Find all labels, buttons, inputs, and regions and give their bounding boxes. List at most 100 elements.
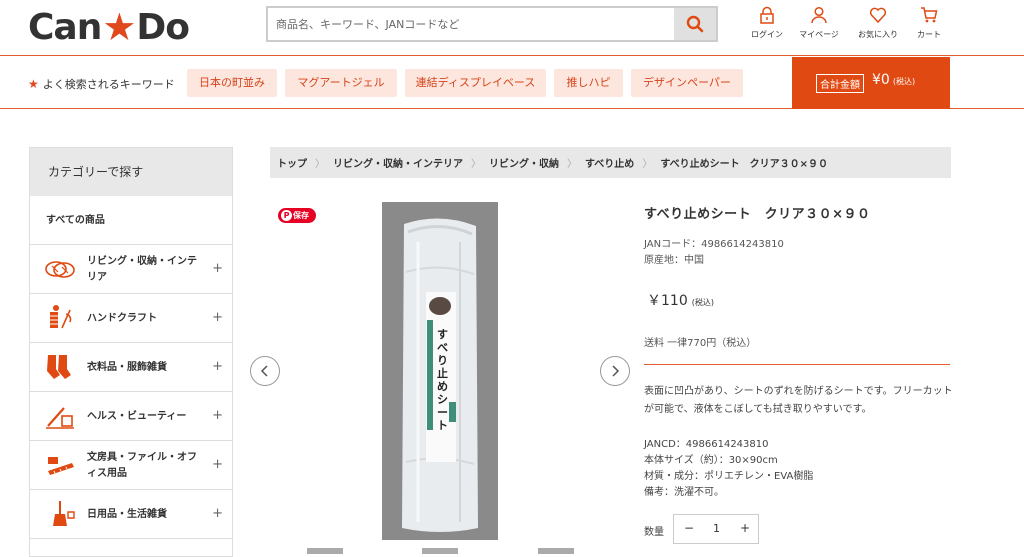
pinterest-icon: P — [281, 210, 292, 221]
search-box — [266, 6, 718, 42]
star-icon: ★ — [28, 77, 39, 91]
keyword-chip[interactable]: 日本の町並み — [187, 69, 277, 97]
chevron-right-icon: 〉 — [471, 159, 481, 170]
nav-login-label: ログイン — [751, 30, 783, 39]
sidebar-item-handcraft[interactable]: ハンドクラフト + — [30, 294, 232, 343]
quantity-label: 数量 — [644, 527, 664, 538]
price-value: ￥110 — [647, 293, 688, 309]
breadcrumb-item[interactable]: すべり止め — [585, 155, 634, 170]
keyword-chip[interactable]: デザインペーパー — [631, 69, 743, 97]
sidebar-item-daily-goods[interactable]: 日用品・生活雑貨 + — [30, 490, 232, 539]
jan-code: JANコード：4986614243810 — [644, 239, 784, 250]
sidebar-item-label: 日用品・生活雑貨 — [87, 508, 167, 520]
keyword-bar-title-text: よく検索されるキーワード — [42, 78, 175, 91]
product-description: 表面に凹凸があり、シートのずれを防げるシートです。フリーカットが可能で、液体をこ… — [644, 386, 953, 415]
product-image: すべり止めシート — [382, 202, 498, 540]
lock-icon — [760, 6, 774, 24]
breadcrumb-item[interactable]: リビング・収納・インテリア — [333, 155, 463, 170]
expand-plus-icon[interactable]: + — [212, 359, 223, 374]
package-text: すべり止めシート — [437, 328, 448, 432]
keyword-chip[interactable]: 推しハピ — [554, 69, 623, 97]
nav-cart[interactable]: カート — [899, 6, 959, 40]
expand-plus-icon[interactable]: + — [212, 408, 223, 423]
quantity-minus-button[interactable]: − — [684, 521, 694, 535]
spec-line: 備考：洗濯不可。 — [644, 487, 724, 498]
keyword-chip[interactable]: マグアートジェル — [285, 69, 397, 97]
spec-line: 材質・成分：ポリエチレン・EVA樹脂 — [644, 471, 814, 482]
keyword-bar-title: ★ よく検索されるキーワード — [28, 76, 175, 92]
price-tax: (税込) — [691, 298, 714, 307]
sidebar-item-living[interactable]: リビング・収納・インテリア + — [30, 245, 232, 294]
stationery-icon — [48, 457, 74, 475]
divider — [644, 364, 950, 365]
breadcrumb: トップ 〉 リビング・収納・インテリア 〉 リビング・収納 〉 すべり止め 〉 … — [270, 147, 951, 178]
category-sidebar: カテゴリーで探す すべての商品 リビング・収納・インテリア + ハンドクラフト … — [29, 147, 233, 557]
quantity-stepper: − 1 + — [673, 514, 759, 544]
spec-line: JANCD：4986614243810 — [644, 439, 769, 450]
logo-text-do: Do — [136, 6, 190, 48]
site-logo[interactable]: Can ★ Do — [28, 5, 190, 49]
nav-favorites-label: お気に入り — [858, 30, 898, 39]
shipping-info: 送料 一律770円（税込） — [644, 338, 757, 349]
sidebar-item-label: 衣料品・服飾雑貨 — [87, 361, 167, 373]
nav-mypage-label: マイページ — [799, 30, 839, 39]
sidebar-item-health-beauty[interactable]: ヘルス・ビューティー + — [30, 392, 232, 441]
chevron-right-icon: 〉 — [567, 159, 577, 170]
logo-star-icon: ★ — [102, 5, 136, 49]
product-title: すべり止めシート クリア３０×９０ — [644, 207, 871, 222]
cart-total[interactable]: 合計金額 ¥0 (税込) — [792, 57, 950, 109]
craft-icon — [50, 305, 72, 329]
thumbnail[interactable] — [307, 548, 343, 554]
thumbnail[interactable] — [422, 548, 458, 554]
quantity-input[interactable]: 1 — [713, 522, 720, 535]
search-icon — [686, 15, 704, 33]
sidebar-item-all-products[interactable]: すべての商品 — [30, 196, 232, 245]
site-header: Can★Do ログイン マイページ お気に入り — [0, 0, 1024, 56]
next-image-button[interactable] — [600, 356, 630, 386]
origin: 原産地：中国 — [644, 255, 704, 266]
user-icon — [811, 6, 827, 24]
pinterest-save-button[interactable]: P 保存 — [278, 208, 316, 223]
save-label: 保存 — [293, 211, 309, 220]
sidebar-item-clothing[interactable]: 衣料品・服飾雑貨 + — [30, 343, 232, 392]
chevron-right-icon: 〉 — [642, 159, 653, 170]
chevron-right-icon — [612, 365, 620, 377]
nav-login[interactable]: ログイン — [737, 6, 797, 40]
breadcrumb-current: すべり止めシート クリア３０×９０ — [660, 159, 828, 170]
sidebar-item-label: 文房具・ファイル・オフィス用品 — [87, 451, 197, 479]
living-icon — [45, 261, 75, 278]
broom-icon — [53, 501, 75, 526]
keyword-chip[interactable]: 連結ディスプレイベース — [405, 69, 546, 97]
expand-plus-icon[interactable]: + — [212, 310, 223, 325]
cart-total-value: ¥0 — [872, 72, 890, 88]
thumbnail[interactable] — [538, 548, 574, 554]
cart-total-label: 合計金額 — [816, 74, 864, 93]
chevron-left-icon — [260, 365, 268, 377]
nav-cart-label: カート — [917, 30, 941, 39]
logo-text-can: Can — [28, 6, 102, 48]
breadcrumb-item[interactable]: リビング・収納 — [489, 155, 559, 170]
sidebar-item-label: リビング・収納・インテリア — [87, 255, 197, 283]
cart-total-tax: (税込) — [892, 77, 916, 86]
prev-image-button[interactable] — [250, 356, 280, 386]
sidebar-item-label: ハンドクラフト — [87, 312, 157, 324]
nav-mypage[interactable]: マイページ — [789, 6, 849, 40]
expand-plus-icon[interactable]: + — [212, 457, 223, 472]
heart-icon — [869, 7, 887, 24]
quantity-plus-button[interactable]: + — [740, 521, 750, 535]
expand-plus-icon[interactable]: + — [212, 506, 223, 521]
product-price: ￥110 (税込) — [647, 290, 714, 310]
breadcrumb-item[interactable]: トップ — [277, 155, 307, 170]
sidebar-title: カテゴリーで探す — [30, 148, 232, 196]
cart-icon — [921, 7, 938, 23]
socks-icon — [47, 355, 71, 379]
search-button[interactable] — [674, 8, 716, 40]
beauty-icon — [46, 407, 74, 429]
spec-line: 本体サイズ（約）：30×90cm — [644, 455, 778, 466]
expand-plus-icon[interactable]: + — [212, 261, 223, 276]
cart-total-amount: ¥0 (税込) — [872, 72, 915, 88]
sidebar-item-stationery[interactable]: 文房具・ファイル・オフィス用品 + — [30, 441, 232, 490]
chevron-right-icon: 〉 — [315, 159, 325, 170]
sidebar-item-label: ヘルス・ビューティー — [87, 410, 187, 422]
search-input[interactable] — [268, 8, 674, 40]
